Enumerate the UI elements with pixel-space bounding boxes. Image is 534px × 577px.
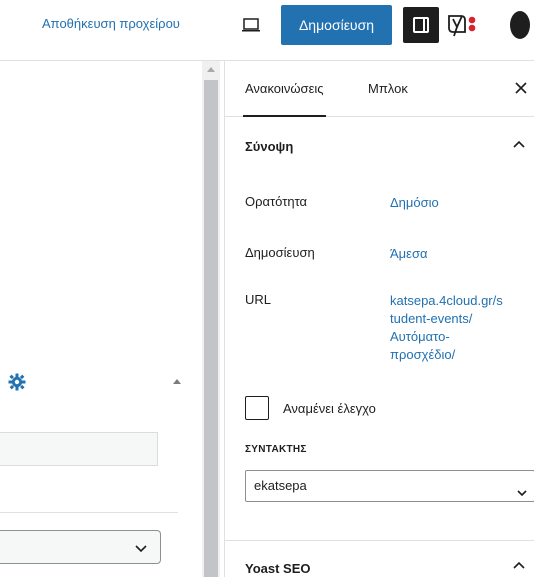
editor-toolbar: Αποθήκευση προχείρου Δημοσίευση [0,0,534,61]
more-vertical-icon [510,11,530,39]
gear-icon[interactable] [8,373,26,391]
chevron-up-icon[interactable] [511,137,527,153]
tab-block[interactable]: Μπλοκ [368,61,408,117]
url-label: URL [245,292,272,307]
more-options-button[interactable] [510,11,530,39]
url-line: Αυτόματο- [390,329,450,344]
chevron-up-icon[interactable] [511,558,527,574]
settings-toggle-button[interactable] [403,7,439,43]
close-sidebar-button[interactable] [512,79,530,97]
preview-button[interactable] [239,13,263,37]
author-label: ΣΥΝΤΑΚΤΗΣ [245,444,307,455]
url-line: katsepa.4cloud.gr/s [390,293,503,308]
tab-post[interactable]: Ανακοινώσεις [243,61,326,117]
meta-select[interactable] [0,530,161,564]
url-line: προσχέδιο/ [390,347,456,362]
pending-review-checkbox[interactable] [245,396,269,420]
publish-value[interactable]: Άμεσα [390,245,428,263]
meta-input-field[interactable] [0,432,158,466]
url-value[interactable]: katsepa.4cloud.gr/s tudent-events/ Αυτόμ… [390,292,503,364]
desktop-icon [242,18,260,32]
collapse-arrow-icon[interactable] [173,379,181,384]
save-draft-button[interactable]: Αποθήκευση προχείρου [42,15,180,33]
visibility-value[interactable]: Δημόσιο [390,194,439,212]
sidebar-tabs: Ανακοινώσεις Μπλοκ [225,61,534,117]
divider [0,512,178,513]
author-select[interactable]: ekatsepa [245,470,534,502]
yoast-panel-title[interactable]: Yoast SEO [245,561,311,576]
scrollbar-thumb[interactable] [204,80,218,577]
chevron-down-icon [516,480,528,497]
editor-canvas [0,61,202,577]
url-line: tudent-events/ [390,311,473,326]
scroll-up-arrow-icon[interactable] [207,67,215,72]
yoast-icon [448,15,476,37]
publish-button[interactable]: Δημοσίευση [281,5,392,45]
yoast-button[interactable] [446,10,486,40]
divider [225,540,534,541]
chevron-down-icon [134,541,148,555]
author-select-value: ekatsepa [254,478,307,493]
settings-sidebar: Ανακοινώσεις Μπλοκ Σύνοψη Ορατότητα Δημό… [224,61,534,577]
close-icon [515,82,527,94]
sidebar-toggle-icon [413,17,429,33]
publish-label: Δημοσίευση [245,245,315,260]
summary-panel-title[interactable]: Σύνοψη [245,139,293,154]
pending-review-label[interactable]: Αναμένει έλεγχο [283,401,376,416]
visibility-label: Ορατότητα [245,194,308,209]
